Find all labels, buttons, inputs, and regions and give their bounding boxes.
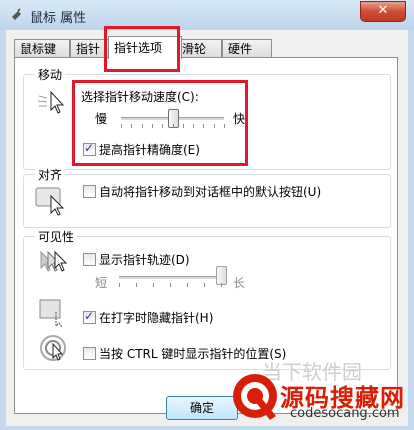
slider-tick [214, 124, 215, 128]
close-button[interactable]: ✕ [360, 1, 406, 22]
watermark-logo [233, 374, 277, 420]
window-title: 鼠标 属性 [30, 11, 87, 26]
tab-label: 硬件 [228, 42, 253, 56]
hide-while-typing-label: 在打字时隐藏指针(H) [99, 311, 214, 325]
speed-label: 选择指针移动速度(C): [81, 90, 199, 104]
slider-tick [170, 283, 171, 287]
ok-button[interactable]: 确定 [166, 396, 238, 420]
watermark-domain: codesocang.com [290, 406, 400, 421]
slider-tick [224, 124, 225, 128]
mouse-icon [12, 8, 21, 20]
ok-label: 确定 [189, 401, 214, 415]
snap-group-label: 对齐 [35, 166, 66, 183]
locate-pointer-icon [40, 335, 66, 361]
snap-label: 自动将指针移动到对话框中的默认按钮(U) [99, 185, 322, 199]
slider-tick [136, 283, 137, 287]
visibility-group-label: 可见性 [35, 228, 78, 245]
tab-label: 滑轮 [182, 42, 207, 56]
ctrl-locate-label: 当按 CTRL 键时显示指针的位置(S) [99, 347, 287, 361]
slider-tick [121, 124, 122, 128]
slider-tick [162, 124, 163, 128]
precision-label: 提高指针精确度(E) [99, 143, 200, 157]
slider-tick [119, 283, 120, 287]
slider-tick [187, 283, 188, 287]
tab-pointers[interactable]: 指针 [70, 39, 112, 58]
slider-tick [153, 283, 154, 287]
snap-to-icon [35, 187, 65, 216]
trails-slider-track[interactable] [119, 276, 221, 280]
short-label: 短 [95, 276, 108, 290]
slider-tick [204, 283, 205, 287]
tab-pointer-options[interactable]: 指针选项 [108, 36, 182, 59]
slider-tick [193, 124, 194, 128]
slider-tick [221, 283, 222, 287]
slider-tick [152, 124, 153, 128]
trails-checkbox[interactable] [83, 253, 96, 266]
precision-checkbox[interactable] [83, 141, 96, 156]
tab-label: 指针 [76, 42, 101, 56]
slider-tick [203, 124, 204, 128]
slider-tick [183, 124, 184, 128]
hide-pointer-icon [39, 299, 63, 328]
motion-group-label: 移动 [35, 66, 66, 83]
motion-group [23, 74, 391, 170]
slow-label: 慢 [95, 112, 108, 126]
tab-label: 指针选项 [114, 41, 163, 55]
snap-checkbox[interactable] [83, 185, 96, 198]
slider-tick [142, 124, 143, 128]
trails-label: 显示指针轨迹(D) [99, 253, 190, 267]
slider-tick [173, 124, 174, 128]
slider-tick [131, 124, 132, 128]
tab-buttons[interactable]: 鼠标键 [14, 39, 70, 58]
tab-hardware[interactable]: 硬件 [222, 39, 272, 58]
pointer-trails-icon [40, 250, 68, 272]
fast-label: 快 [233, 112, 246, 126]
long-label: 长 [233, 276, 246, 290]
pointer-speed-icon [37, 90, 65, 114]
hide-while-typing-checkbox[interactable] [83, 309, 96, 324]
tab-wheel[interactable]: 滑轮 [176, 39, 222, 58]
ctrl-locate-checkbox[interactable] [83, 347, 96, 360]
tab-label: 鼠标键 [20, 42, 57, 56]
